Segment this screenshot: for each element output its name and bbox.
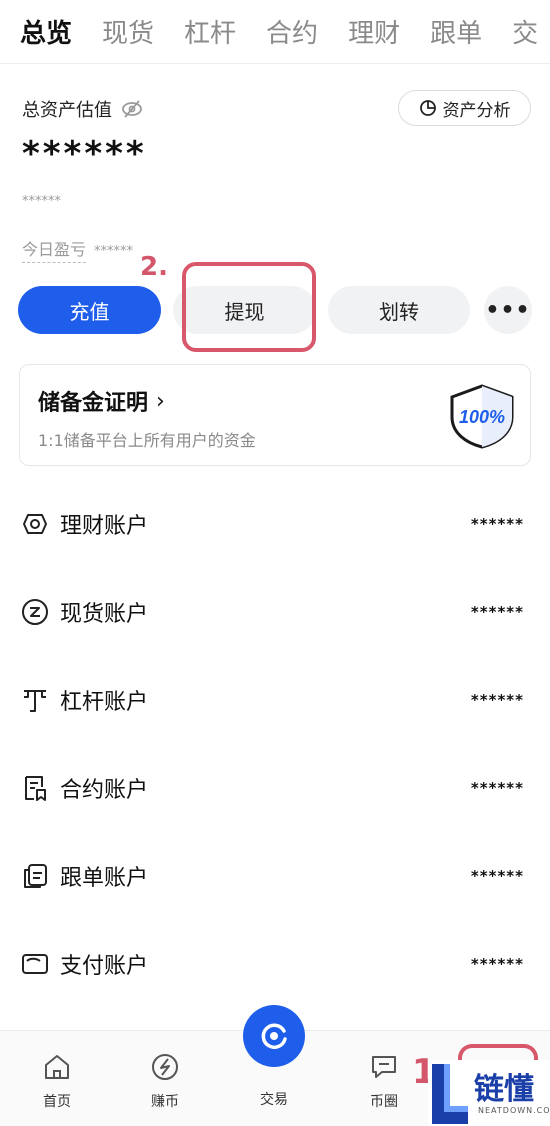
finance-icon bbox=[23, 514, 47, 534]
asset-analysis-label: 资产分析 bbox=[442, 100, 511, 121]
account-label: 跟单账户 bbox=[60, 866, 149, 891]
margin-icon bbox=[24, 690, 46, 712]
account-value: ****** bbox=[470, 515, 524, 533]
contract-icon bbox=[25, 776, 46, 801]
tab-contract[interactable]: 合约 bbox=[266, 13, 318, 50]
more-actions-button[interactable]: ••• bbox=[484, 286, 532, 334]
community-icon bbox=[372, 1056, 396, 1078]
account-value: ****** bbox=[470, 779, 524, 797]
total-asset-sub-value: ****** bbox=[22, 194, 61, 209]
today-pnl-value: ****** bbox=[94, 244, 134, 259]
earn-icon bbox=[152, 1054, 178, 1080]
account-row-spot[interactable]: 现货账户 ****** bbox=[0, 582, 550, 642]
shield-100-icon: 100% bbox=[450, 384, 514, 449]
tab-overview[interactable]: 总览 bbox=[20, 13, 72, 50]
tab-margin[interactable]: 杠杆 bbox=[184, 13, 236, 50]
account-label: 现货账户 bbox=[60, 602, 149, 627]
watermark-logo-icon bbox=[432, 1064, 468, 1124]
annotation-step-2: 2. bbox=[140, 252, 168, 282]
nav-earn-label: 赚币 bbox=[151, 1094, 179, 1110]
shield-badge-text: 100% bbox=[459, 407, 505, 427]
nav-trade-button[interactable] bbox=[243, 1005, 305, 1067]
account-row-margin[interactable]: 杠杆账户 ****** bbox=[0, 670, 550, 730]
eye-off-icon[interactable] bbox=[120, 97, 144, 121]
watermark-text: 链懂 bbox=[474, 1072, 534, 1107]
annotation-highlight-withdraw bbox=[182, 262, 316, 352]
account-value: ****** bbox=[470, 955, 524, 973]
account-row-finance[interactable]: 理财账户 ****** bbox=[0, 494, 550, 554]
home-icon bbox=[45, 1055, 69, 1079]
proof-of-reserves-card[interactable]: 储备金证明 › 1:1储备平台上所有用户的资金 100% bbox=[19, 364, 531, 466]
today-pnl-label[interactable]: 今日盈亏 bbox=[22, 236, 87, 263]
tab-finance[interactable]: 理财 bbox=[348, 13, 400, 50]
nav-community-label: 币圈 bbox=[370, 1094, 398, 1110]
nav-home[interactable]: 首页 bbox=[17, 1051, 97, 1111]
account-value: ****** bbox=[470, 867, 524, 885]
trade-icon bbox=[261, 1023, 287, 1049]
watermark: 链懂 NEATDOWN.COM bbox=[428, 1060, 550, 1126]
top-tabs: 总览 现货 杠杆 合约 理财 跟单 交 bbox=[0, 0, 550, 64]
asset-analysis-button[interactable]: 资产分析 bbox=[398, 90, 531, 126]
account-row-contract[interactable]: 合约账户 ****** bbox=[0, 758, 550, 818]
account-value: ****** bbox=[470, 691, 524, 709]
reserve-title-text: 储备金证明 bbox=[38, 391, 149, 416]
account-label: 杠杆账户 bbox=[60, 690, 149, 715]
account-label: 理财账户 bbox=[60, 514, 149, 539]
account-label: 支付账户 bbox=[60, 954, 149, 979]
today-pnl: 今日盈亏 ****** bbox=[22, 236, 133, 263]
account-row-copy-trade[interactable]: 跟单账户 ****** bbox=[0, 846, 550, 906]
payment-icon bbox=[22, 954, 48, 974]
total-asset-value: ****** bbox=[22, 134, 147, 174]
deposit-button[interactable]: 充值 bbox=[18, 286, 161, 334]
transfer-button[interactable]: 划转 bbox=[328, 286, 470, 334]
total-asset-text: 总资产估值 bbox=[22, 100, 112, 121]
reserve-title: 储备金证明 › bbox=[38, 385, 165, 417]
account-label: 合约账户 bbox=[60, 778, 149, 803]
total-asset-label: 总资产估值 bbox=[22, 96, 144, 122]
account-row-payment[interactable]: 支付账户 ****** bbox=[0, 934, 550, 994]
nav-earn[interactable]: 赚币 bbox=[125, 1051, 205, 1111]
account-value: ****** bbox=[470, 603, 524, 621]
nav-trade-label: 交易 bbox=[260, 1092, 288, 1108]
nav-home-label: 首页 bbox=[43, 1094, 71, 1110]
watermark-subtext: NEATDOWN.COM bbox=[478, 1106, 550, 1115]
pie-chart-icon bbox=[419, 100, 436, 116]
tab-spot[interactable]: 现货 bbox=[102, 13, 154, 50]
chevron-right-icon: › bbox=[156, 388, 165, 414]
spot-icon bbox=[22, 599, 48, 625]
reserve-description: 1:1储备平台上所有用户的资金 bbox=[38, 431, 256, 450]
tab-more[interactable]: 交 bbox=[512, 13, 538, 50]
tab-copy-trade[interactable]: 跟单 bbox=[430, 13, 482, 50]
copy-trade-icon bbox=[24, 864, 47, 888]
